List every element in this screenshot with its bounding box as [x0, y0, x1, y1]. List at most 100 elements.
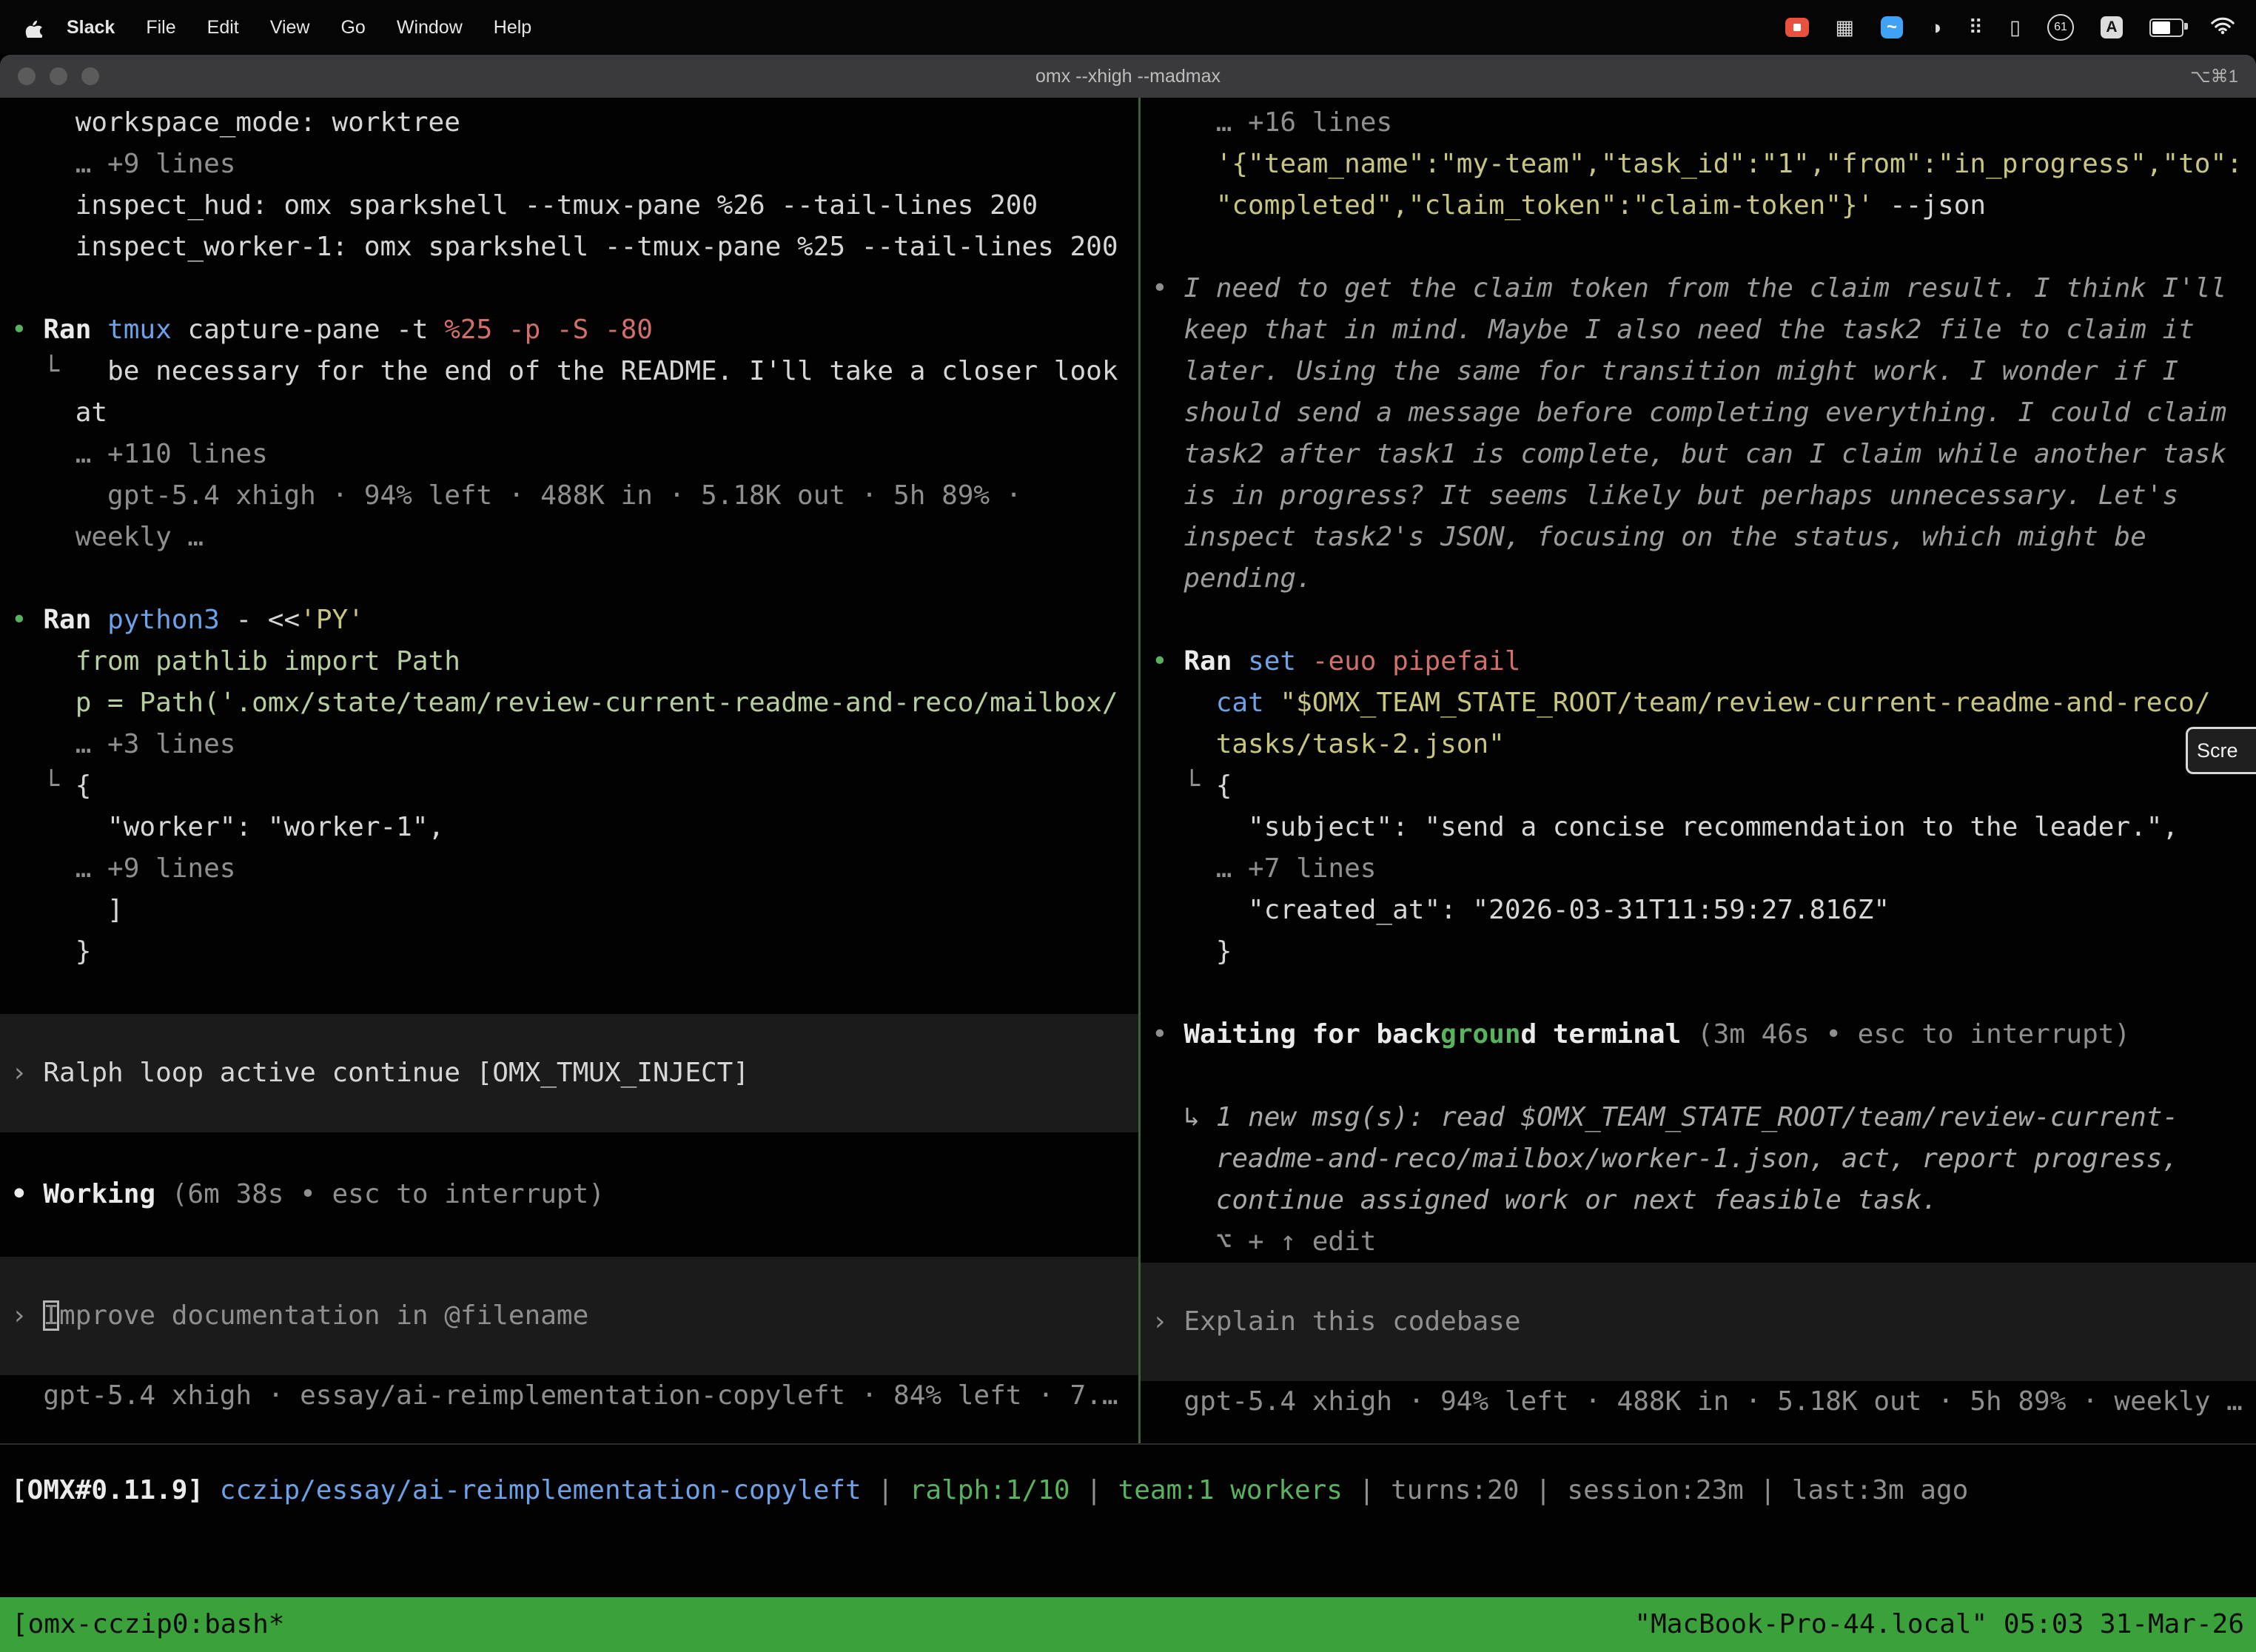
text-segment: └	[1184, 770, 1215, 801]
text-segment: I need to get the claim token from the c…	[1184, 273, 2226, 303]
text-segment: … +9 lines	[75, 853, 236, 884]
right-terminal-pane[interactable]: … +16 lines '{"team_name":"my-team","tas…	[1141, 98, 2256, 1443]
pill-app-icon[interactable]: ▯	[2010, 18, 2021, 38]
text-segment: |	[1070, 1475, 1118, 1505]
left-terminal-pane[interactable]: workspace_mode: worktree … +9 lines insp…	[0, 98, 1138, 1443]
text-segment: ⌥ + ↑ edit	[1152, 1226, 1376, 1257]
text-segment: ›	[1152, 1306, 1184, 1337]
blue-app-icon[interactable]: ~	[1881, 16, 1903, 38]
text-segment: gpt-5.4 xhigh · essay/ai-reimplementatio…	[11, 1380, 1118, 1411]
text-segment: |	[1343, 1475, 1391, 1505]
text-segment: tmux	[107, 315, 187, 345]
menu-help[interactable]: Help	[478, 17, 547, 38]
terminal-line: task2 after task1 is complete, but can I…	[1141, 434, 2256, 475]
text-segment: --json	[1873, 190, 1986, 221]
grid-app-icon[interactable]: ▦	[1836, 18, 1855, 38]
terminal-window: omx --xhigh --madmax ⌥⌘1 workspace_mode:…	[0, 55, 2256, 1652]
text-segment: keep that in mind. Maybe I also need the…	[1152, 315, 2195, 345]
text-segment: "worker": "worker-1",	[11, 812, 444, 842]
text-segment: Ran	[43, 605, 107, 635]
terminal-line: should send a message before completing …	[1141, 392, 2256, 434]
battery-percent-badge[interactable]: 61	[2047, 14, 2074, 41]
terminal-line: p = Path('.omx/state/team/review-current…	[0, 682, 1138, 724]
terminal-line: "created_at": "2026-03-31T11:59:27.816Z"	[1141, 890, 2256, 931]
minimize-button[interactable]	[50, 67, 67, 85]
menu-go[interactable]: Go	[325, 17, 380, 38]
terminal-line: inspect task2's JSON, focusing on the st…	[1141, 517, 2256, 558]
text-segment: Ralph loop active continue [OMX_TMUX_INJ…	[43, 1058, 749, 1088]
menubar-left: Slack File Edit View Go Window Help	[0, 17, 547, 38]
text-segment: ↳	[1184, 1102, 1215, 1132]
inject-banner[interactable]: › Ralph loop active continue [OMX_TMUX_I…	[0, 1014, 1138, 1132]
terminal-line: }	[0, 931, 1138, 973]
text-segment: p = Path('.omx/state/team/review-current…	[75, 688, 1118, 718]
terminal-line	[0, 268, 1138, 309]
window-titlebar[interactable]: omx --xhigh --madmax ⌥⌘1	[0, 55, 2256, 98]
text-segment: '{"team_name":"my-team","task_id":"1","f…	[1216, 149, 2243, 179]
apple-menu-icon[interactable]	[25, 18, 42, 38]
text-segment	[11, 729, 75, 759]
battery-icon[interactable]	[2149, 19, 2183, 37]
traffic-lights	[18, 55, 99, 98]
menu-file[interactable]: File	[130, 17, 191, 38]
text-segment	[1152, 190, 1216, 221]
terminal-line: is in progress? It seems likely but perh…	[1141, 475, 2256, 517]
text-segment	[11, 646, 75, 676]
menu-view[interactable]: View	[255, 17, 326, 38]
terminal-content: workspace_mode: worktree … +9 lines insp…	[0, 98, 2256, 1652]
wifi-icon[interactable]	[2210, 16, 2235, 40]
text-segment: weekly …	[11, 522, 204, 552]
text-cursor: I	[43, 1300, 59, 1331]
text-segment: └	[43, 356, 59, 386]
text-segment: … +3 lines	[75, 729, 236, 759]
text-segment: is in progress? It seems likely but perh…	[1152, 480, 2178, 511]
menu-window[interactable]: Window	[381, 17, 478, 38]
text-segment: •	[11, 605, 43, 635]
input-source-icon[interactable]: A	[2101, 16, 2123, 38]
text-segment: (3m 46s • esc to interrupt)	[1697, 1019, 2130, 1050]
text-segment: turns:20	[1391, 1475, 1519, 1505]
terminal-line: later. Using the same for transition mig…	[1141, 351, 2256, 392]
screen-recording-icon[interactable]	[1785, 18, 1809, 37]
circle-app-icon[interactable]: ◑	[1930, 18, 1941, 38]
text-segment: Ran	[1184, 646, 1248, 676]
text-segment: gpt-5.4 xhigh · 94% left · 488K in · 5.1…	[11, 480, 1021, 511]
text-segment: • Working	[11, 1179, 172, 1209]
dots-grid-icon[interactable]: ⠿	[1968, 18, 1983, 38]
terminal-line: keep that in mind. Maybe I also need the…	[1141, 309, 2256, 351]
text-segment: "$OMX_TEAM_STATE_ROOT/team/review-curren…	[1280, 688, 2210, 718]
text-segment	[1152, 1102, 1184, 1132]
text-segment	[1152, 770, 1184, 801]
terminal-line: cat "$OMX_TEAM_STATE_ROOT/team/review-cu…	[1141, 682, 2256, 724]
text-segment: session:23m	[1567, 1475, 1743, 1505]
terminal-line: … +3 lines	[0, 724, 1138, 765]
text-segment: |	[1744, 1475, 1792, 1505]
text-segment: {	[1216, 770, 1232, 801]
text-segment: (6m 38s • esc to interrupt)	[172, 1179, 605, 1209]
text-segment	[11, 853, 75, 884]
text-segment: "completed","claim_token":"claim-token"}…	[1216, 190, 1874, 221]
text-segment: readme-and-reco/mailbox/worker-1.json, a…	[1152, 1144, 2178, 1174]
text-segment: ]	[11, 895, 124, 925]
composer-input[interactable]: › Explain this codebase	[1141, 1263, 2256, 1381]
zoom-button[interactable]	[81, 67, 99, 85]
terminal-line: tasks/task-2.json"	[1141, 724, 2256, 765]
screenshot-overlay[interactable]: Scre	[2186, 727, 2256, 774]
text-segment: capture-pane -t	[187, 315, 444, 345]
terminal-line: ]	[0, 890, 1138, 931]
text-segment: … +7 lines	[1216, 853, 1377, 884]
tmux-session-window: [omx-cczip0:bash*	[12, 1604, 284, 1645]
text-segment: ›	[11, 1058, 43, 1088]
terminal-line: "worker": "worker-1",	[0, 807, 1138, 848]
terminal-line: • Ran python3 - <<'PY'	[0, 600, 1138, 641]
close-button[interactable]	[18, 67, 36, 85]
menu-edit[interactable]: Edit	[192, 17, 255, 38]
composer-input[interactable]: › Improve documentation in @filename	[0, 1257, 1138, 1375]
text-segment: }	[11, 936, 91, 967]
menu-app-name[interactable]: Slack	[51, 17, 130, 38]
terminal-line: from pathlib import Path	[0, 641, 1138, 682]
terminal-line: "subject": "send a concise recommendatio…	[1141, 807, 2256, 848]
text-segment: workspace_mode: worktree	[11, 107, 460, 138]
text-segment	[1152, 688, 1216, 718]
terminal-line: └ be necessary for the end of the README…	[0, 351, 1138, 392]
